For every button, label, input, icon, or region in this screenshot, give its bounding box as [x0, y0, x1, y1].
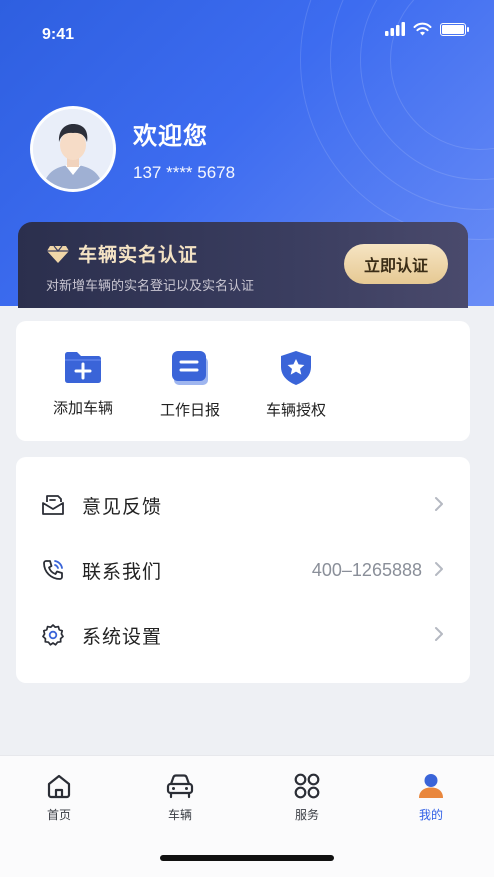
- menu-item-label: 意见反馈: [82, 495, 163, 518]
- menu-item-feedback[interactable]: 意见反馈: [16, 473, 470, 537]
- battery-icon: [440, 22, 469, 36]
- status-bar: 9:41: [0, 0, 494, 60]
- grid-icon: [294, 773, 320, 799]
- verify-title: 车辆实名认证: [46, 240, 198, 267]
- menu-card: 意见反馈 联系我们 400–1265888 系统设置: [16, 457, 470, 683]
- tab-label: 首页: [46, 808, 71, 822]
- app-screen: 9:41 欢迎您 137 **** 5678 车辆实名认证 对新增车辆的实名登记…: [0, 0, 494, 877]
- tab-vehicles[interactable]: 车辆: [145, 772, 215, 823]
- tab-services[interactable]: 服务: [272, 772, 342, 823]
- welcome-text: 欢迎您: [133, 121, 208, 150]
- verify-title-text: 车辆实名认证: [78, 244, 199, 266]
- menu-item-contact-us[interactable]: 联系我们 400–1265888: [16, 538, 470, 602]
- tab-mine[interactable]: 我的: [396, 772, 466, 823]
- quick-actions-card: 添加车辆 工作日报 车辆授权: [16, 321, 470, 441]
- menu-item-value: 400–1265888: [311, 559, 422, 580]
- car-icon: [166, 774, 194, 799]
- wifi-icon: [413, 22, 432, 36]
- gear-icon: [42, 624, 64, 646]
- status-time: 9:41: [42, 26, 75, 43]
- folder-plus-icon: [65, 352, 101, 383]
- menu-item-label: 系统设置: [82, 625, 163, 648]
- home-indicator[interactable]: [160, 855, 334, 861]
- quick-action-label: 添加车辆: [52, 399, 113, 417]
- feedback-icon: [42, 495, 64, 515]
- tab-label: 我的: [418, 808, 443, 822]
- tab-home[interactable]: 首页: [24, 772, 94, 823]
- verify-now-button[interactable]: 立即认证: [344, 244, 448, 284]
- quick-action-label: 车辆授权: [265, 401, 326, 419]
- chevron-right-icon: [435, 562, 443, 576]
- chevron-right-icon: [435, 627, 443, 641]
- status-icons: [385, 22, 469, 36]
- diamond-icon: [47, 245, 69, 263]
- quick-action-vehicle-auth[interactable]: 车辆授权: [246, 349, 346, 420]
- verify-banner[interactable]: 车辆实名认证 对新增车辆的实名登记以及实名认证 立即认证: [18, 222, 468, 308]
- menu-item-settings[interactable]: 系统设置: [16, 603, 470, 667]
- signal-icon: [385, 22, 405, 36]
- quick-action-add-vehicle[interactable]: 添加车辆: [33, 349, 133, 418]
- profile-text: 欢迎您 137 **** 5678: [133, 116, 235, 183]
- user-icon: [419, 774, 443, 798]
- avatar[interactable]: [30, 106, 116, 192]
- phone-number: 137 **** 5678: [133, 162, 236, 182]
- home-icon: [47, 774, 71, 799]
- tab-label: 车辆: [167, 808, 192, 822]
- shield-star-icon: [281, 351, 311, 385]
- quick-action-label: 工作日报: [159, 401, 220, 419]
- report-icon: [172, 351, 208, 385]
- verify-subtitle: 对新增车辆的实名登记以及实名认证: [46, 279, 255, 294]
- chevron-right-icon: [435, 497, 443, 511]
- tab-label: 服务: [294, 808, 319, 822]
- profile-section: 欢迎您 137 **** 5678: [30, 106, 235, 192]
- phone-icon: [43, 560, 63, 580]
- quick-action-daily-report[interactable]: 工作日报: [140, 349, 240, 420]
- menu-item-label: 联系我们: [82, 560, 163, 583]
